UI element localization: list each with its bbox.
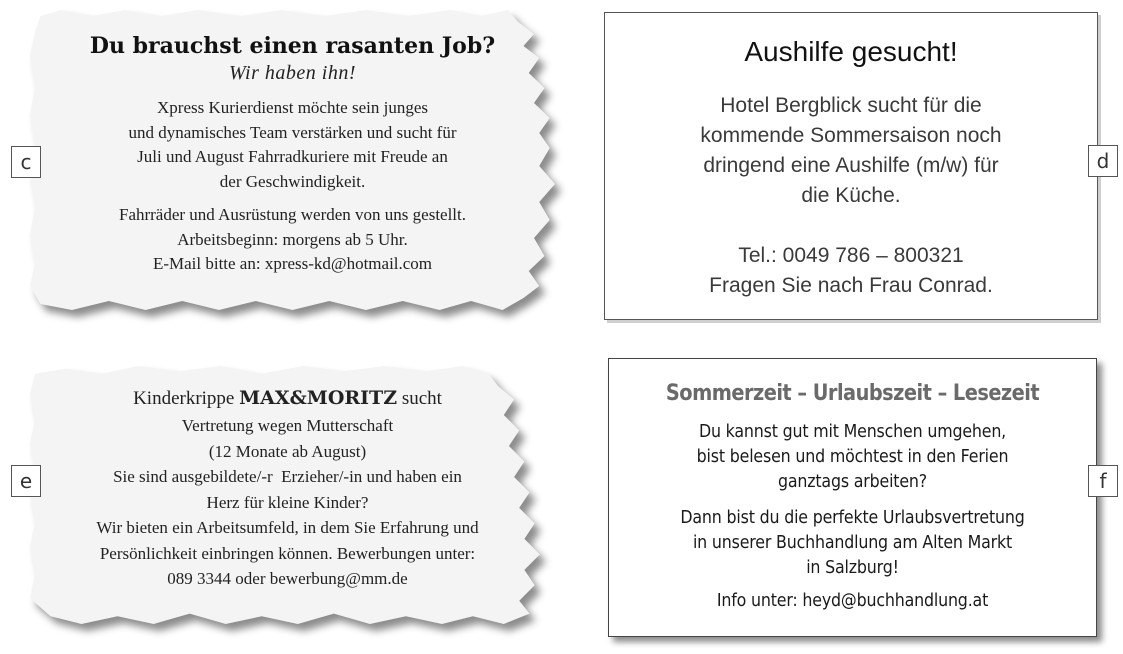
ad-c-card: Du brauchst einen rasanten Job? Wir habe… [30, 10, 555, 310]
ad-d-line: kommende Sommersaison noch [700, 124, 1002, 147]
ad-e-line: Persönlichkeit einbringen können. Bewerb… [99, 543, 476, 563]
ad-c-subtitle: Wir haben ihn! [229, 62, 356, 84]
ad-c-line: Arbeitsbeginn: morgens ab 5 Uhr. [177, 229, 408, 249]
ad-d-line: Hotel Bergblick sucht für die [720, 94, 982, 117]
ad-c-line: Xpress Kurierdienst möchte sein junges [157, 98, 428, 117]
ad-c-line: und dynamisches Team verstärken und such… [128, 122, 457, 142]
ad-d-phone-line: Tel.: 0049 786 – 800321 [738, 244, 964, 267]
ad-e-line: (12 Monate ab August) [208, 441, 367, 461]
ad-f-line: in Salzburg! [806, 557, 899, 578]
ad-f-contact: Info unter: heyd@buchhandlung.at [716, 590, 989, 611]
ad-e-heading-prefix: Kinderkrippe [133, 388, 235, 409]
ad-e-paper: Kinderkrippe MAX&MORITZ sucht Vertretung… [30, 366, 540, 624]
ad-e-contact-line: 089 3344 oder bewerbung@mm.de [167, 569, 408, 588]
ad-d-paragraph-1: Hotel Bergblick sucht für die kommende S… [605, 91, 1097, 211]
ad-d-card: Aushilfe gesucht! Hotel Bergblick sucht … [604, 12, 1098, 320]
label-c: c [11, 146, 41, 178]
ad-f-line: bist belesen und möchtest in den Ferien [696, 446, 1009, 467]
ad-e-card: Kinderkrippe MAX&MORITZ sucht Vertretung… [30, 366, 545, 624]
ad-d-line: die Küche. [801, 184, 901, 207]
ad-f-line: in unserer Buchhandlung am Alten Markt [692, 532, 1013, 553]
ad-d-line: Fragen Sie nach Frau Conrad. [709, 274, 993, 297]
ad-c-line: Juli und August Fahrradkuriere mit Freud… [137, 147, 448, 166]
ad-e-line: Vertretung wegen Mutterschaft [181, 416, 394, 435]
ad-f-paragraph-2: Dann bist du die perfekte Urlaubsvertret… [638, 505, 1067, 580]
ad-e-heading-suffix: sucht [401, 388, 442, 409]
label-d: d [1088, 145, 1118, 177]
ad-f-paragraph-1: Du kannst gut mit Menschen umgehen, bist… [638, 419, 1067, 494]
ad-c-title: Du brauchst einen rasanten Job? [89, 33, 496, 59]
ad-e-line: Wir bieten ein Arbeitsumfeld, in dem Sie… [96, 518, 479, 537]
ad-c-paragraph-2: Fahrräder und Ausrüstung werden von uns … [30, 203, 555, 277]
label-f: f [1088, 465, 1118, 497]
label-e: e [11, 465, 41, 497]
ad-d-line: dringend eine Aushilfe (m/w) für [703, 154, 999, 177]
ad-f-title: Sommerzeit – Urlaubszeit – Lesezeit [665, 381, 1040, 406]
ad-e-brand-name: MAX&MORITZ [239, 387, 398, 409]
ad-c-line: Fahrräder und Ausrüstung werden von uns … [118, 205, 467, 224]
ad-e-line: Herz für kleine Kinder? [206, 492, 369, 512]
ad-c-email-line: E-Mail bitte an: xpress-kd@hotmail.com [152, 254, 433, 273]
ad-c-paper: Du brauchst einen rasanten Job? Wir habe… [30, 10, 555, 310]
ad-f-line: ganztags arbeiten? [777, 471, 928, 492]
ad-e-heading: Kinderkrippe MAX&MORITZ sucht [30, 384, 540, 413]
ad-f-line: Du kannst gut mit Menschen umgehen, [698, 421, 1007, 442]
ad-d-title: Aushilfe gesucht! [744, 36, 958, 67]
ad-f-card: Sommerzeit – Urlaubszeit – Lesezeit Du k… [608, 358, 1097, 637]
ad-c-line: der Geschwindigkeit. [219, 171, 366, 191]
ad-c-paragraph-1: Xpress Kurierdienst möchte sein junges u… [30, 96, 555, 194]
ad-e-line: Sie sind ausgebildete/-r Erzieher/-in un… [113, 467, 462, 486]
ad-d-paragraph-2: Tel.: 0049 786 – 800321 Fragen Sie nach … [605, 241, 1097, 301]
ad-f-line: Dann bist du die perfekte Urlaubsvertret… [680, 507, 1025, 528]
